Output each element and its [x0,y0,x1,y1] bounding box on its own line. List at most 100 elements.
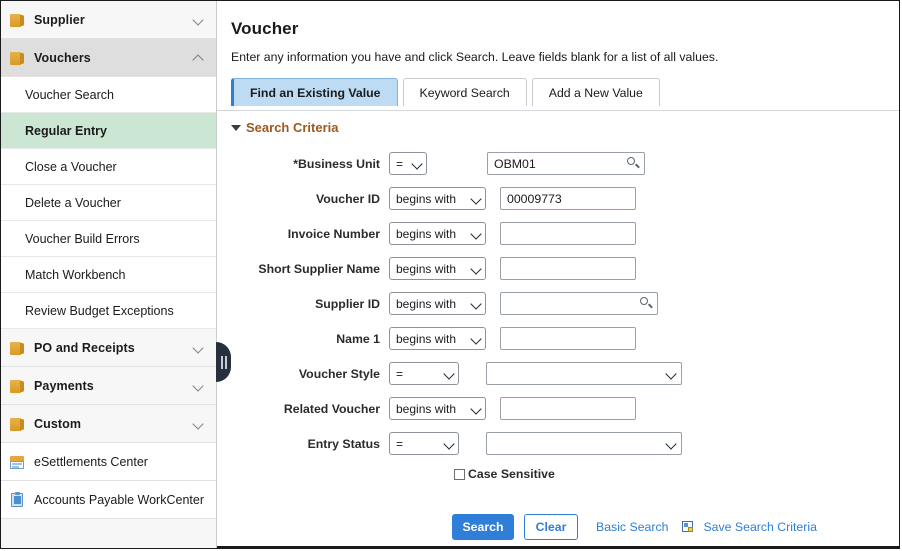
basic-search-link[interactable]: Basic Search [596,520,668,534]
window-icon [10,455,25,469]
sidebar-group-custom[interactable]: Custom [1,405,216,443]
triangle-down-icon [231,124,241,131]
handle-bar [220,355,223,369]
field-label: Voucher ID [315,191,380,206]
sidebar-item-close-a-voucher[interactable]: Close a Voucher [1,149,216,185]
short-supplier-name-input[interactable] [500,257,636,280]
clear-button[interactable]: Clear [524,514,578,540]
section-title: Search Criteria [246,120,339,135]
sidebar-item-voucher-build-errors[interactable]: Voucher Build Errors [1,221,216,257]
operator-select-short-supplier-name[interactable]: begins with [389,257,486,280]
sidebar-group-payments[interactable]: Payments [1,367,216,405]
supplier-id-input[interactable] [500,292,658,315]
save-search-icon[interactable] [682,520,696,534]
operator-select-business-unit[interactable]: = [389,152,427,175]
voucher-id-input[interactable] [500,187,636,210]
sidebar-group-po-and-receipts[interactable]: PO and Receipts [1,329,216,367]
field-row-voucher-id: Voucher ID begins with [217,181,899,216]
sidebar-group-supplier[interactable]: Supplier [1,1,216,39]
sidebar-filler [1,519,216,548]
chevron-down-icon[interactable] [193,417,206,430]
operator-select-wrapper: begins with [389,187,486,210]
operator-select-wrapper: = [389,362,459,385]
case-sensitive-checkbox[interactable] [454,468,465,480]
value-select-wrapper [486,362,682,385]
chevron-down-icon[interactable] [193,341,206,354]
main-content: Voucher Enter any information you have a… [217,1,899,548]
sidebar-item-label: Match Workbench [25,267,126,282]
value-select-wrapper [486,432,682,455]
bottom-divider [217,546,899,548]
action-button-row: Search Clear Basic Search Save Search Cr… [452,514,899,540]
sidebar-group-label: Payments [34,378,94,393]
case-sensitive-row: Case Sensitive [454,467,899,481]
business-unit-input[interactable] [487,152,645,175]
operator-select-wrapper: begins with [389,292,486,315]
tab-label: Find an Existing Value [250,85,381,100]
field-row-invoice-number: Invoice Number begins with [217,216,899,251]
sidebar-group-label: Vouchers [34,50,91,65]
sidebar-item-delete-a-voucher[interactable]: Delete a Voucher [1,185,216,221]
sidebar-item-label: Voucher Build Errors [25,231,140,246]
tab-bar: Find an Existing Value Keyword Search Ad… [231,77,899,106]
tab-find-an-existing-value[interactable]: Find an Existing Value [231,78,398,106]
operator-value: begins with [396,261,457,276]
operator-value: begins with [396,331,457,346]
tab-label: Keyword Search [419,85,510,100]
voucher-style-select[interactable] [486,362,682,385]
search-button[interactable]: Search [452,514,514,540]
operator-select-entry-status[interactable]: = [389,432,459,455]
field-label: Related Voucher [283,401,380,416]
search-icon[interactable] [625,155,641,171]
field-label: Entry Status [307,436,380,451]
input-wrapper [500,222,636,245]
operator-select-wrapper: = [389,152,427,175]
field-label: Short Supplier Name [258,261,380,276]
search-icon[interactable] [638,295,654,311]
sidebar-item-review-budget-exceptions[interactable]: Review Budget Exceptions [1,293,216,329]
sidebar-group-label: Supplier [34,12,85,27]
tab-keyword-search[interactable]: Keyword Search [402,78,527,106]
chevron-down-icon[interactable] [193,379,206,392]
operator-value: begins with [396,226,457,241]
field-label: *Business Unit [293,156,380,171]
application-window: Supplier Vouchers Voucher Search Regular… [0,0,900,549]
sidebar-group-vouchers[interactable]: Vouchers [1,39,216,77]
operator-select-related-voucher[interactable]: begins with [389,397,486,420]
sidebar-group-label: PO and Receipts [34,340,135,355]
chevron-up-icon[interactable] [193,51,206,64]
operator-select-wrapper: begins with [389,327,486,350]
operator-select-voucher-id[interactable]: begins with [389,187,486,210]
operator-value: begins with [396,191,457,206]
save-search-criteria-link[interactable]: Save Search Criteria [703,520,816,534]
folder-icon [10,51,25,65]
field-label: Voucher Style [298,366,380,381]
operator-select-name-1[interactable]: begins with [389,327,486,350]
sidebar-item-accounts-payable-workcenter[interactable]: Accounts Payable WorkCenter [1,481,216,519]
operator-select-invoice-number[interactable]: begins with [389,222,486,245]
chevron-down-icon[interactable] [193,13,206,26]
tab-bar-divider [217,110,899,111]
search-criteria-section-header[interactable]: Search Criteria [231,120,899,135]
field-label: Name 1 [336,331,380,346]
input-wrapper [500,257,636,280]
sidebar-item-voucher-search[interactable]: Voucher Search [1,77,216,113]
name-1-input[interactable] [500,327,636,350]
invoice-number-input[interactable] [500,222,636,245]
sidebar-item-esettlements-center[interactable]: eSettlements Center [1,443,216,481]
entry-status-select[interactable] [486,432,682,455]
sidebar-item-label: Close a Voucher [25,159,117,174]
field-row-supplier-id: Supplier ID begins with [217,286,899,321]
clipboard-icon [10,492,25,507]
operator-select-supplier-id[interactable]: begins with [389,292,486,315]
sidebar-item-label: Regular Entry [25,123,107,138]
tab-add-a-new-value[interactable]: Add a New Value [531,78,660,106]
sidebar-item-match-workbench[interactable]: Match Workbench [1,257,216,293]
related-voucher-input[interactable] [500,397,636,420]
operator-value: = [396,156,404,171]
sidebar-item-regular-entry[interactable]: Regular Entry [1,113,216,149]
page-title: Voucher [231,19,299,38]
operator-select-voucher-style[interactable]: = [389,362,459,385]
operator-value: = [396,436,404,451]
sidebar-item-label: Review Budget Exceptions [25,303,174,318]
